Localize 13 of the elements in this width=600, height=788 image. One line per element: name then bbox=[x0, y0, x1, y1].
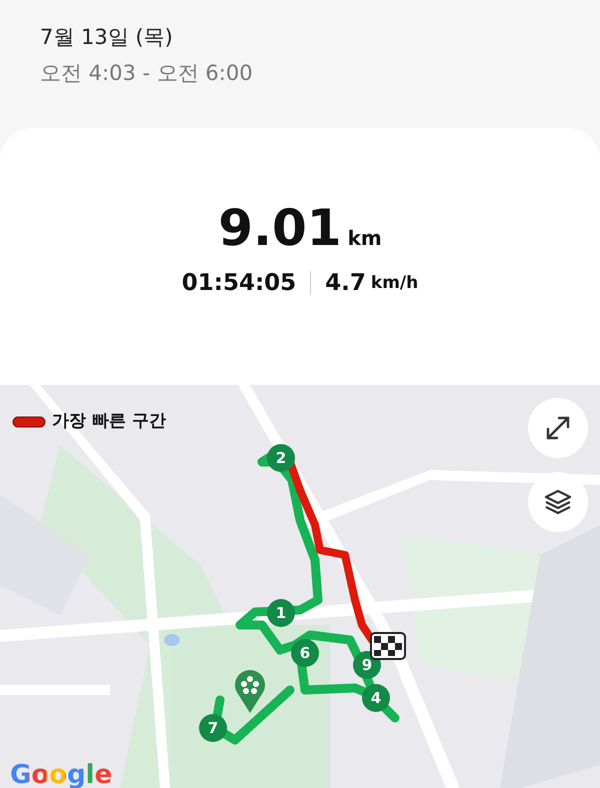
legend-label: 가장 빠른 구간 bbox=[52, 410, 166, 433]
distance-unit: km bbox=[348, 225, 382, 252]
route-legend-icon bbox=[12, 416, 46, 428]
date-text: 7월 13일 (목) bbox=[40, 24, 174, 51]
time-range-text: 오전 4:03 - 오전 6:00 bbox=[40, 60, 254, 87]
park-pin-icon bbox=[234, 668, 266, 714]
layers-icon bbox=[544, 488, 572, 516]
expand-icon bbox=[545, 415, 571, 441]
speed-value: 4.7 bbox=[325, 269, 366, 298]
speed-unit: km/h bbox=[370, 272, 418, 294]
finish-flag-icon bbox=[370, 632, 406, 660]
duration-value: 01:54:05 bbox=[182, 269, 296, 298]
distance-value: 9.01 bbox=[218, 200, 342, 256]
